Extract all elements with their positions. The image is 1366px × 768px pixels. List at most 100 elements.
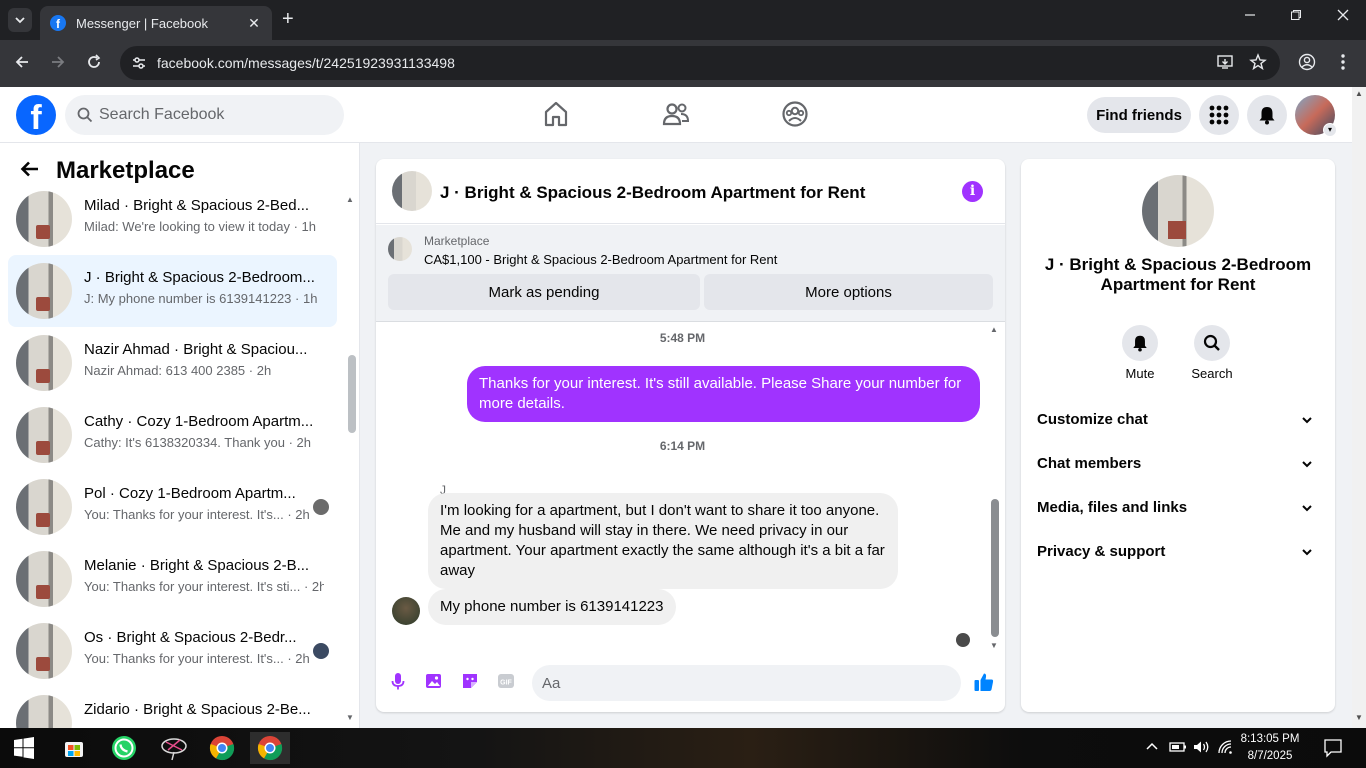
gif-icon[interactable]: GIF [496,671,516,691]
chat-members-section[interactable]: Chat members [1029,443,1327,487]
system-clock[interactable]: 8:13:05 PM 8/7/2025 [1236,731,1304,765]
search-input[interactable] [99,95,329,135]
tab-title: Messenger | Facebook [76,15,208,31]
scroll-up-icon[interactable]: ▲ [1355,89,1363,98]
mark-as-pending-button[interactable]: Mark as pending [388,274,700,310]
outgoing-message[interactable]: Thanks for your interest. It's still ava… [467,366,980,422]
mute-action[interactable]: Mute [1110,325,1170,381]
facebook-header: f Find friends ▾ [0,87,1352,143]
listing-avatar[interactable] [1142,175,1214,247]
pinned-app-icon[interactable] [154,732,194,764]
address-bar[interactable]: facebook.com/messages/t/2425192393113349… [120,46,1280,80]
back-icon[interactable] [10,52,34,76]
search-box[interactable] [65,95,344,135]
notifications-button[interactable] [1247,95,1287,135]
thumbs-up-icon[interactable] [973,671,995,693]
volume-icon[interactable] [1193,740,1211,757]
conversation-item[interactable]: Cathy · Cozy 1-Bedroom Apartm... Cathy: … [8,399,337,471]
facebook-logo-icon[interactable]: f [16,95,56,135]
conversation-item[interactable]: Milad · Bright & Spacious 2-Bed... Milad… [8,183,337,255]
new-tab-icon[interactable]: + [282,9,294,29]
browser-menu-icon[interactable] [1332,53,1354,75]
conversation-item[interactable]: Os · Bright & Spacious 2-Bedr... You: Th… [8,615,337,687]
conversation-name: Pol · Cozy 1-Bedroom Apartm... [84,485,296,502]
restore-icon[interactable] [1284,8,1308,26]
bell-icon [1259,107,1275,125]
privacy-support-section[interactable]: Privacy & support [1029,531,1327,575]
chevron-down-icon [1302,461,1312,468]
search-action[interactable]: Search [1182,325,1242,381]
photo-icon[interactable] [424,671,444,691]
marketplace-label: Marketplace [424,234,490,248]
back-arrow-icon[interactable] [20,159,40,185]
scroll-up-icon[interactable]: ▲ [990,325,998,334]
conversation-list-scrollbar[interactable]: ▲ ▼ [346,193,356,723]
tab-search-button[interactable] [8,8,32,32]
mute-label: Mute [1125,366,1155,381]
friends-icon[interactable] [661,99,691,129]
more-options-button[interactable]: More options [704,274,993,310]
chevron-down-icon [1302,417,1312,424]
listing-thumbnail[interactable] [388,237,412,261]
conversation-item[interactable]: Melanie · Bright & Spacious 2-B... You: … [8,543,337,615]
media-files-links-section[interactable]: Media, files and links [1029,487,1327,531]
bookmark-star-icon[interactable] [1247,53,1269,75]
page-scrollbar[interactable]: ▲ ▼ [1352,87,1366,728]
conversation-preview: Cathy: It's 6138320334. Thank you · 2h [84,435,312,450]
conversation-item-active[interactable]: J · Bright & Spacious 2-Bedroom... J: My… [8,255,337,327]
chat-info-title: J · Bright & Spacious 2-Bedroom Apartmen… [1044,255,1312,294]
chat-title[interactable]: J · Bright & Spacious 2-Bedroom Apartmen… [440,183,865,203]
customize-chat-section[interactable]: Customize chat [1029,399,1327,443]
conversation-item[interactable]: Pol · Cozy 1-Bedroom Apartm... You: Than… [8,471,337,543]
scrollbar-thumb[interactable] [348,355,356,433]
menu-grid-button[interactable] [1199,95,1239,135]
sender-avatar[interactable] [392,597,420,625]
browser-tab-messenger[interactable]: f Messenger | Facebook ✕ [40,6,272,40]
home-icon[interactable] [541,99,571,129]
notification-center-icon[interactable] [1323,738,1343,761]
find-friends-button[interactable]: Find friends [1087,97,1191,133]
scrollbar-thumb[interactable] [991,499,999,637]
site-settings-icon[interactable] [130,54,148,72]
info-icon[interactable]: i [962,181,983,202]
account-avatar[interactable]: ▾ [1295,95,1337,137]
search-in-chat-button[interactable] [1194,325,1230,361]
windows-start-icon[interactable] [4,732,44,764]
browser-toolbar: facebook.com/messages/t/2425192393113349… [0,40,1366,87]
facebook-favicon-icon: f [50,15,66,31]
sticker-icon[interactable] [460,671,480,691]
mute-button[interactable] [1122,325,1158,361]
battery-icon[interactable] [1169,740,1187,757]
message-input-box[interactable] [532,665,961,701]
scroll-down-icon[interactable]: ▼ [346,713,354,722]
chat-avatar[interactable] [392,171,432,211]
chat-scrollbar[interactable]: ▲ ▼ [990,325,1000,650]
scroll-down-icon[interactable]: ▼ [1355,713,1363,722]
whatsapp-icon[interactable] [104,732,144,764]
forward-icon[interactable] [46,52,70,76]
scroll-up-icon[interactable]: ▲ [346,195,354,204]
profile-icon[interactable] [1296,53,1318,75]
tab-close-icon[interactable]: ✕ [246,15,262,32]
wifi-icon[interactable] [1218,740,1234,757]
listing-title[interactable]: CA$1,100 - Bright & Spacious 2-Bedroom A… [424,252,777,267]
chrome-active-icon[interactable] [250,732,290,764]
show-hidden-icons-icon[interactable] [1145,740,1159,757]
chrome-icon[interactable] [202,732,242,764]
microsoft-store-icon[interactable] [54,732,94,764]
groups-icon[interactable] [780,99,810,129]
conversation-item[interactable]: Nazir Ahmad · Bright & Spaciou... Nazir … [8,327,337,399]
section-label: Chat members [1037,455,1142,472]
window-close-icon[interactable] [1331,8,1355,26]
incoming-message[interactable]: My phone number is 6139141223 [428,589,676,625]
url-text: facebook.com/messages/t/2425192393113349… [157,55,455,71]
scroll-down-icon[interactable]: ▼ [990,641,998,650]
minimize-icon[interactable] [1238,8,1262,26]
conversation-item[interactable]: Zidario · Bright & Spacious 2-Be... [8,687,337,728]
panel-title: Marketplace [56,157,195,184]
reload-icon[interactable] [82,52,106,76]
incoming-message[interactable]: I'm looking for a apartment, but I don't… [428,493,898,589]
message-input[interactable] [542,665,922,701]
install-app-icon[interactable] [1214,53,1236,75]
microphone-icon[interactable] [388,671,408,691]
